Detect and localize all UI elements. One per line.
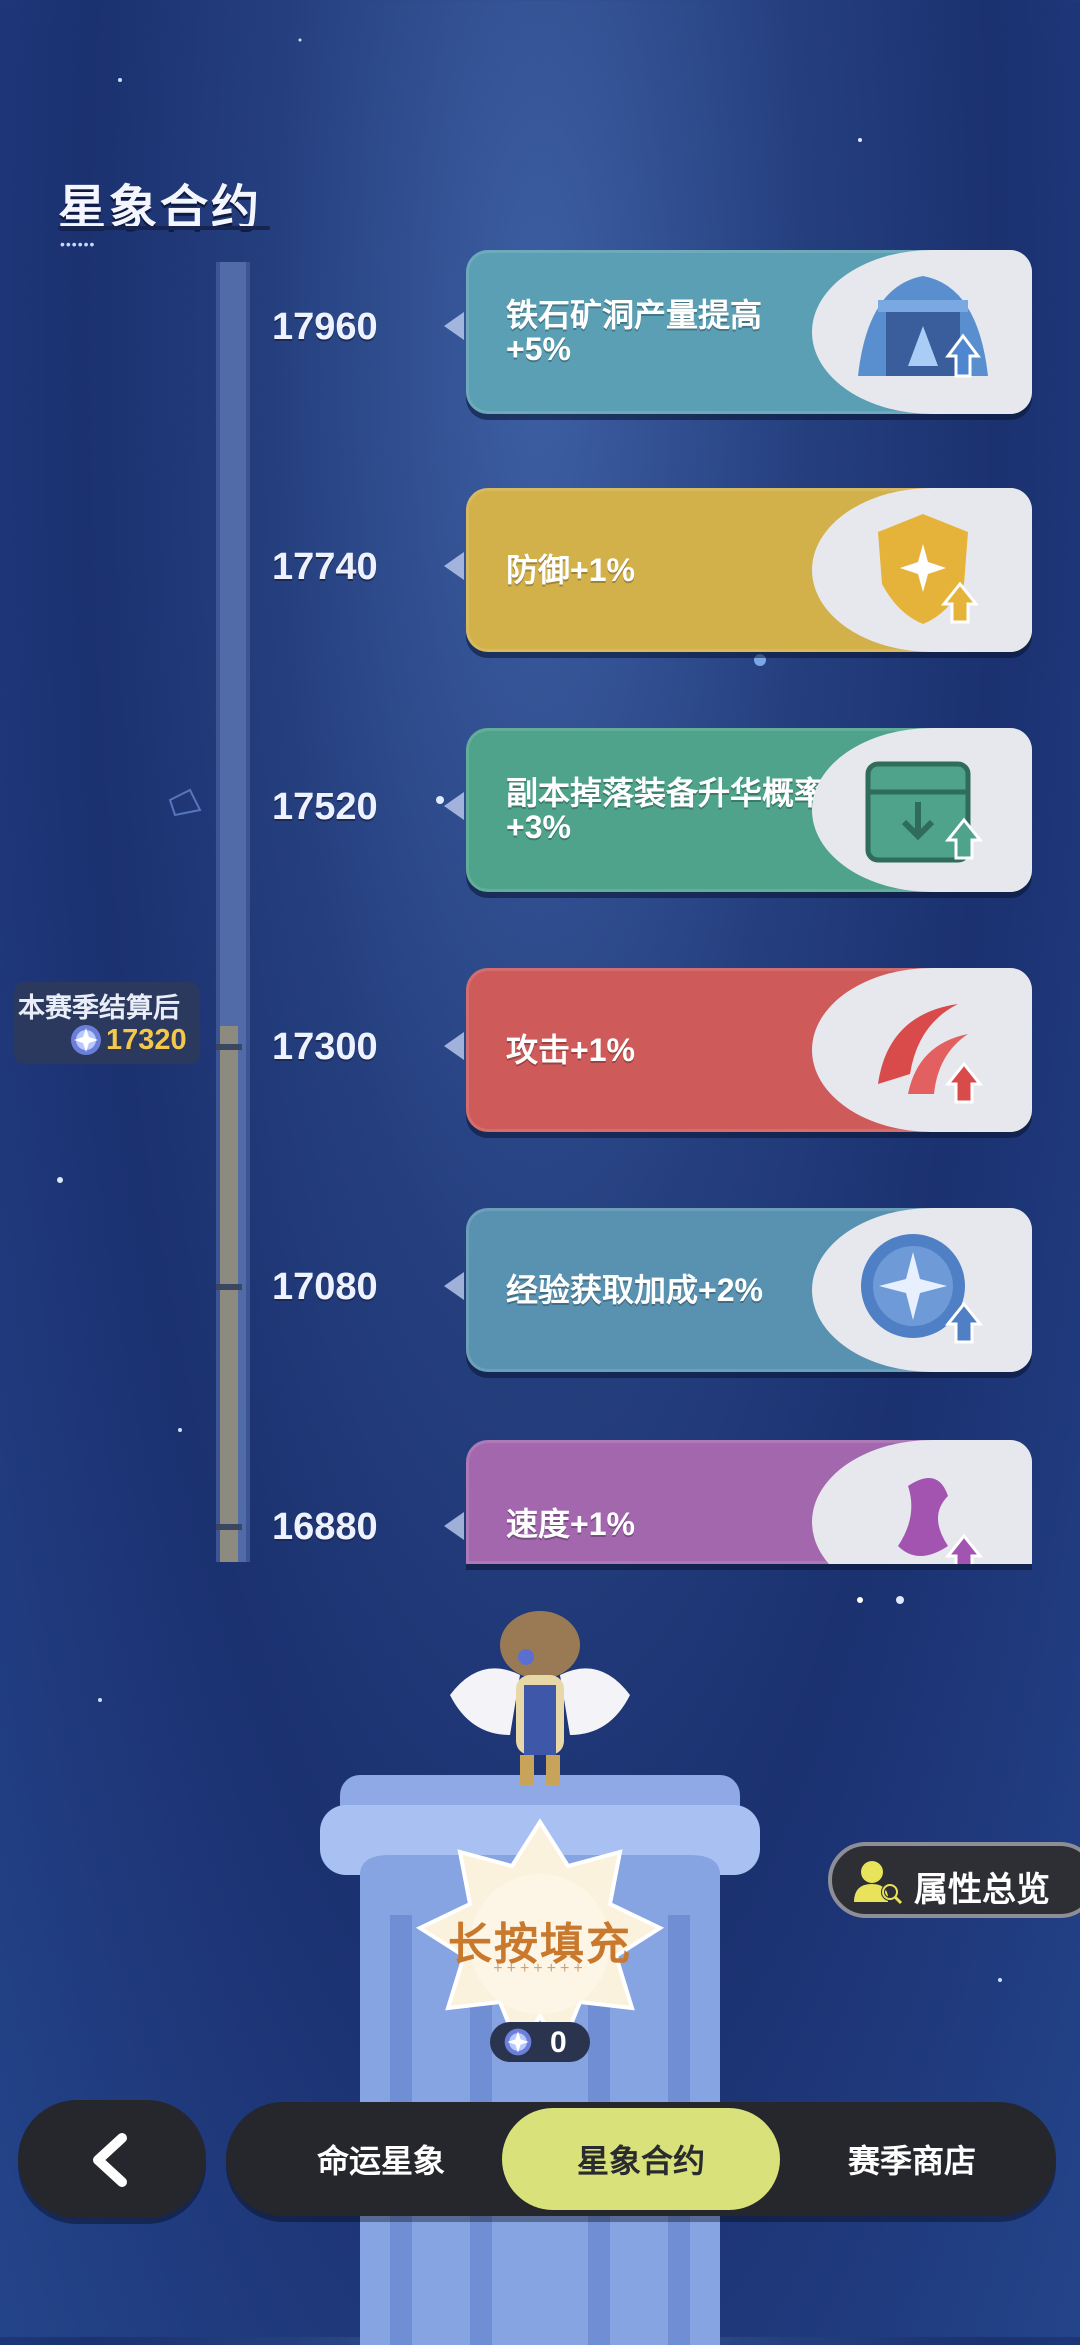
reward-text: 速度+1% [506, 1506, 635, 1542]
bottom-tab-bar: 命运星象 星象合约 赛季商店 [226, 2102, 1056, 2216]
season-value: 17320 [106, 1024, 187, 1056]
attack-slash-icon [878, 1004, 984, 1104]
fill-count-badge: 0 [490, 2022, 590, 2062]
star-gem-icon [504, 2028, 532, 2056]
reward-text: 铁石矿洞产量提高+5% [506, 297, 763, 367]
milestone-score: 17960 [272, 306, 378, 348]
star-gem-icon [71, 1025, 101, 1055]
pointer-arrow [444, 1272, 464, 1300]
tab-star-contract[interactable]: 星象合约 [502, 2108, 780, 2210]
milestone-card[interactable]: 防御+1% [466, 488, 1032, 652]
character-sprite [450, 1611, 630, 1785]
fill-decoration: +++++++ [493, 1960, 587, 1977]
pointer-arrow [444, 312, 464, 340]
track-segment [216, 1524, 242, 1530]
attributes-overview-label: 属性总览 [914, 1871, 1050, 1909]
track-segment [216, 1284, 242, 1290]
reward-text: 防御+1% [506, 552, 635, 588]
back-button[interactable] [18, 2100, 206, 2218]
milestone-card[interactable]: 副本掉落装备升华概率+3% [466, 728, 1032, 892]
exp-star-icon [861, 1234, 984, 1344]
milestone-score: 17300 [272, 1026, 378, 1068]
milestone-card[interactable]: 攻击+1% [466, 968, 1032, 1132]
defense-shield-icon [878, 514, 980, 624]
milestone-score: 17520 [272, 786, 378, 828]
pointer-arrow [444, 552, 464, 580]
pointer-arrow [444, 1032, 464, 1060]
title-decoration: •••••• [60, 236, 96, 252]
reward-text: 经验获取加成+2% [506, 1272, 763, 1308]
milestone-card[interactable]: 铁石矿洞产量提高+5% [466, 250, 1032, 414]
season-label: 本赛季结算后 [18, 993, 180, 1023]
pointer-arrow [444, 1512, 464, 1540]
reward-text: 副本掉落装备升华概率+3% [506, 775, 827, 845]
title-underline [58, 226, 270, 230]
milestone-score: 16880 [272, 1506, 378, 1548]
progress-fill [220, 1026, 238, 1562]
track-segment [216, 1044, 242, 1050]
milestone-card[interactable]: 经验获取加成+2% [466, 1208, 1032, 1372]
speed-icon [898, 1478, 984, 1564]
fill-count-value: 0 [550, 2026, 567, 2059]
milestone-score: 17080 [272, 1266, 378, 1308]
reward-text: 攻击+1% [506, 1032, 635, 1068]
season-settlement-badge: 本赛季结算后 17320 [14, 982, 200, 1064]
attributes-overview-button[interactable]: 属性总览 [828, 1842, 1080, 1918]
loot-box-icon [865, 761, 984, 863]
pointer-arrow [444, 792, 464, 820]
milestone-card[interactable]: 速度+1% [466, 1440, 1032, 1564]
milestone-score: 17740 [272, 546, 378, 588]
chevron-left-icon [93, 2133, 127, 2187]
person-search-icon [854, 1861, 903, 1905]
tab-fate-constellation[interactable]: 命运星象 [266, 2102, 496, 2216]
mine-upgrade-icon [858, 276, 988, 378]
tab-season-shop[interactable]: 赛季商店 [792, 2102, 1032, 2216]
